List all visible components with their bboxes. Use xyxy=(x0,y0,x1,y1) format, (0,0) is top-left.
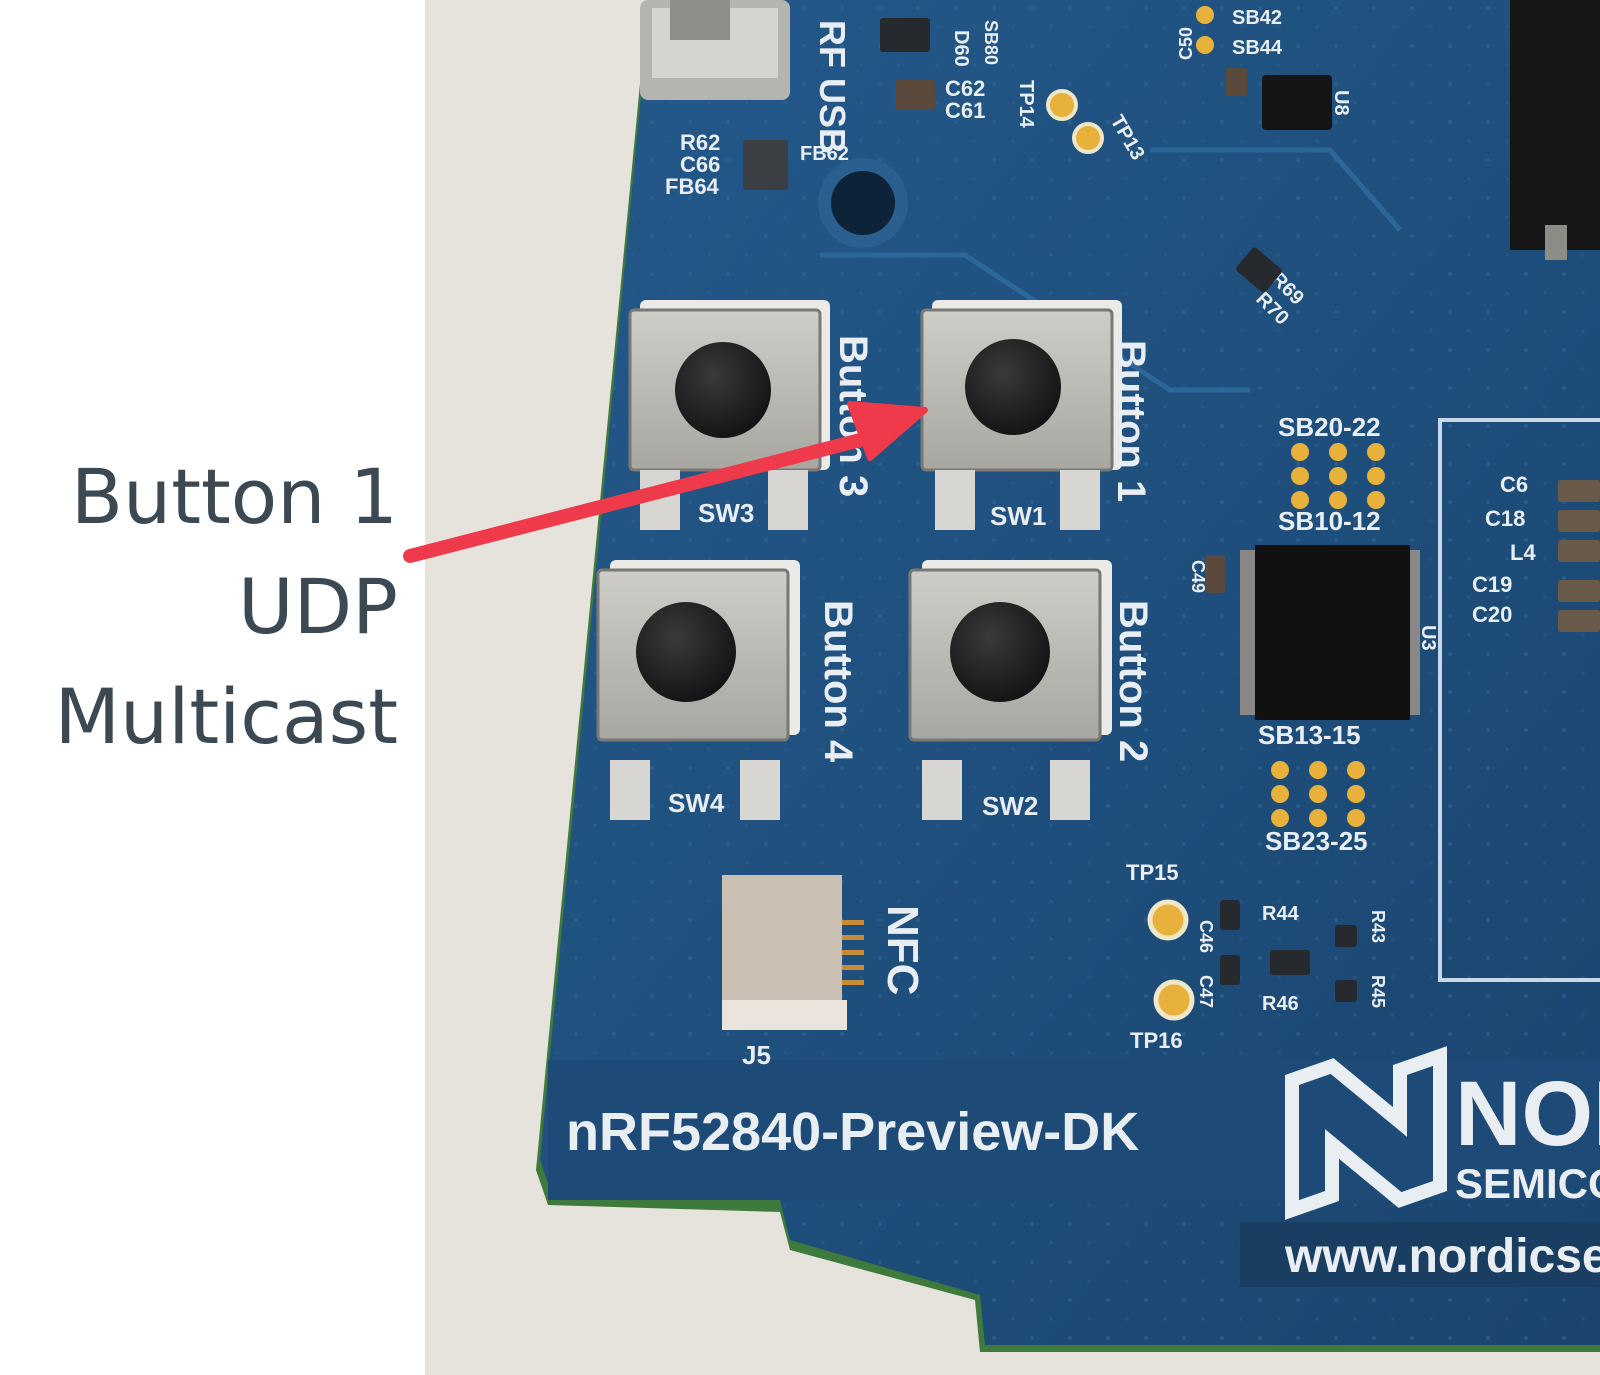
silk-sb80: SB80 xyxy=(981,20,1001,65)
silk-sb44: SB44 xyxy=(1232,37,1283,59)
silk-sb10-12: SB10-12 xyxy=(1278,506,1381,536)
silk-c50: C50 xyxy=(1176,27,1196,60)
silk-nfc: NFC xyxy=(878,905,927,995)
silk-c47: C47 xyxy=(1196,975,1216,1008)
silk-u8: U8 xyxy=(1330,90,1352,116)
silk-tp16: TP16 xyxy=(1130,1028,1183,1053)
silk-d60: D60 xyxy=(950,30,972,67)
board-model-label: nRF52840-Preview-DK xyxy=(566,1102,1139,1162)
silk-sw2: SW2 xyxy=(982,791,1038,821)
silk-c18: C18 xyxy=(1485,506,1525,531)
silk-fb64: FB64 xyxy=(665,174,720,199)
mounting-hole xyxy=(831,171,895,235)
silk-button-1: Button 1 xyxy=(1109,340,1153,502)
silk-j5: J5 xyxy=(742,1040,771,1070)
silk-sb42: SB42 xyxy=(1232,7,1282,29)
nordic-wordmark: NORDIC xyxy=(1455,1063,1600,1165)
silk-c19: C19 xyxy=(1472,572,1512,597)
silk-tp14: TP14 xyxy=(1015,80,1037,129)
silk-tp15: TP15 xyxy=(1126,860,1179,885)
silk-r45: R45 xyxy=(1368,975,1388,1008)
silk-c6: C6 xyxy=(1500,472,1528,497)
silk-r44: R44 xyxy=(1262,903,1300,925)
nordic-subtitle: SEMICONDUCTOR xyxy=(1455,1160,1600,1207)
silk-sb23-25: SB23-25 xyxy=(1265,826,1368,856)
silk-fb62: FB62 xyxy=(800,143,849,165)
chip-u3 xyxy=(1240,545,1420,720)
board-photo: RF USB R62 C66 FB64 FB62 D60 SB80 C62 C6… xyxy=(403,0,1600,1375)
nordic-url: www.nordicsemi.com xyxy=(1284,1230,1600,1283)
silk-button-2: Button 2 xyxy=(1111,600,1155,762)
silk-sb13-15: SB13-15 xyxy=(1258,720,1361,750)
silk-sw1: SW1 xyxy=(990,501,1046,531)
header-pin xyxy=(1545,225,1567,260)
silk-r46: R46 xyxy=(1262,993,1299,1015)
usb-connector xyxy=(640,0,790,100)
silk-sw3: SW3 xyxy=(698,498,754,528)
silk-l4: L4 xyxy=(1510,540,1536,565)
header-connector xyxy=(1510,0,1600,250)
silk-c20: C20 xyxy=(1472,602,1512,627)
silk-c46: C46 xyxy=(1196,920,1216,953)
silk-rf-usb: RF USB xyxy=(812,20,853,154)
chip-u8 xyxy=(1262,75,1332,130)
silk-sw4: SW4 xyxy=(668,788,725,818)
silk-button-4: Button 4 xyxy=(816,600,860,763)
silk-sb20-22: SB20-22 xyxy=(1278,412,1381,442)
silk-r43: R43 xyxy=(1368,910,1388,943)
silk-u3: U3 xyxy=(1417,625,1439,651)
silk-c61: C61 xyxy=(945,98,985,123)
